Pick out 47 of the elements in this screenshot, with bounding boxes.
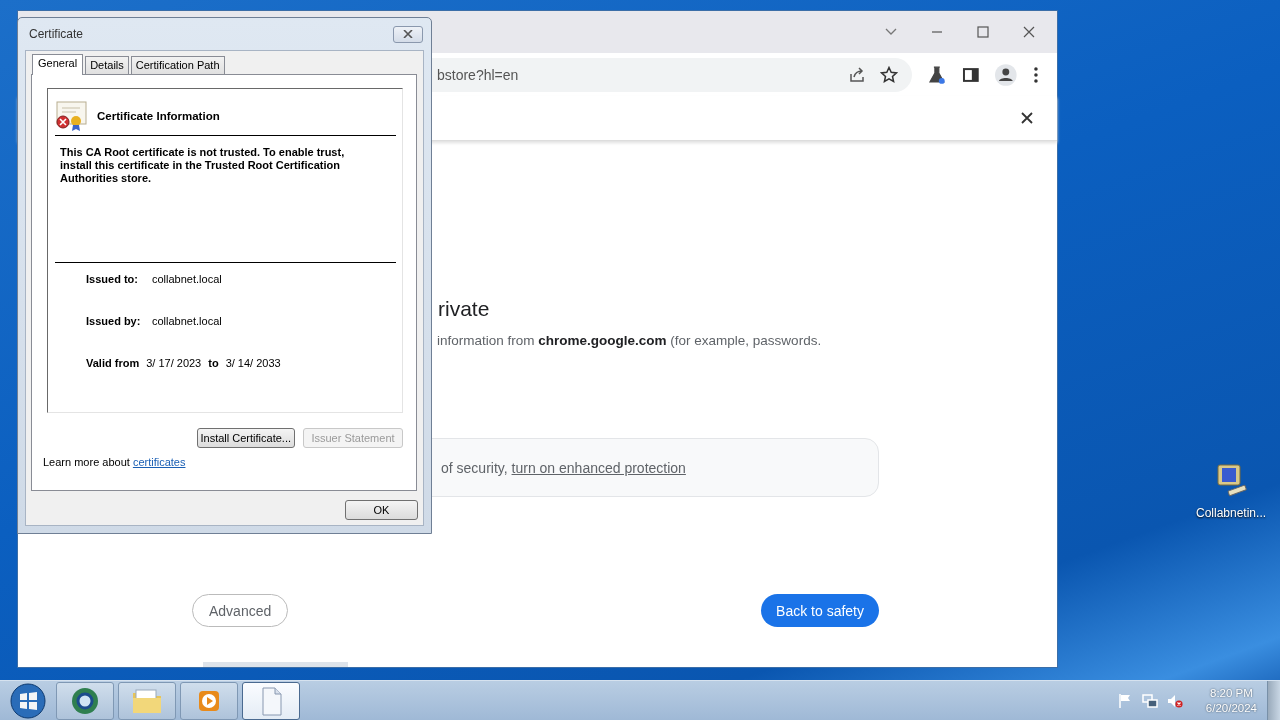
- close-button[interactable]: [393, 25, 423, 43]
- close-icon: [403, 30, 413, 38]
- start-orb-icon[interactable]: [8, 680, 48, 720]
- taskbar-button[interactable]: [180, 681, 238, 720]
- field-label: Issued to:: [86, 272, 139, 286]
- ok-button[interactable]: OK: [345, 500, 418, 520]
- flask-icon[interactable]: [928, 65, 946, 84]
- page-heading: rivate: [438, 296, 491, 322]
- back-to-safety-button[interactable]: Back to safety: [761, 594, 879, 627]
- tab[interactable]: Details: [85, 56, 129, 74]
- field-value: collabnet.local: [152, 314, 222, 328]
- notice-text: of security, turn on enhanced protection: [441, 459, 686, 476]
- advanced-button[interactable]: Advanced: [192, 594, 288, 627]
- desktop-icon-label[interactable]: Collabnetin...: [1196, 506, 1267, 520]
- tab[interactable]: Certification Path: [130, 56, 225, 74]
- star-icon[interactable]: [880, 65, 899, 84]
- side-panel-icon[interactable]: [961, 65, 980, 84]
- learn-more-text: Learn more about certificates: [43, 456, 187, 468]
- computer-icon[interactable]: [1214, 462, 1248, 498]
- field-label: Valid from: [86, 356, 140, 370]
- status-message: This CA Root certificate is not trusted. To enable trust, install this certificate in the Trusted Root Certification Authorities store.: [60, 146, 346, 186]
- profile-icon[interactable]: [995, 63, 1018, 86]
- field-label: to: [208, 356, 219, 370]
- tab[interactable]: General: [32, 54, 84, 75]
- taskbar-button[interactable]: [56, 681, 114, 720]
- body-text: information from chrome.google.com (for example, passwords.: [437, 332, 823, 350]
- field-value: collabnet.local: [152, 272, 222, 286]
- field-value: 3/ 14/ 2033: [225, 356, 281, 370]
- network-icon[interactable]: [1141, 692, 1158, 709]
- scroll-bar[interactable]: [203, 662, 348, 667]
- chevron-down-icon[interactable]: [885, 28, 897, 36]
- maximize-icon[interactable]: [977, 26, 989, 38]
- address-text[interactable]: bstore?hl=en: [437, 66, 835, 83]
- close-icon[interactable]: [1021, 112, 1033, 124]
- install-certificate-button[interactable]: Install Certificate...: [196, 428, 295, 448]
- dialog-title: Certificate: [28, 27, 84, 41]
- enhanced-protection-link[interactable]: turn on enhanced protection: [511, 459, 686, 476]
- close-icon[interactable]: [1023, 26, 1035, 38]
- share-icon[interactable]: [848, 65, 867, 84]
- menu-icon[interactable]: [1033, 65, 1039, 84]
- info-title: Certificate Information: [97, 110, 220, 122]
- taskbar-button[interactable]: [242, 681, 300, 720]
- taskbar-button[interactable]: [118, 681, 176, 720]
- certificate-error-icon: [55, 101, 87, 131]
- certificates-link[interactable]: certificates: [132, 456, 186, 468]
- field-value: 3/ 17/ 2023: [146, 356, 202, 370]
- field-label: Issued by:: [86, 314, 142, 328]
